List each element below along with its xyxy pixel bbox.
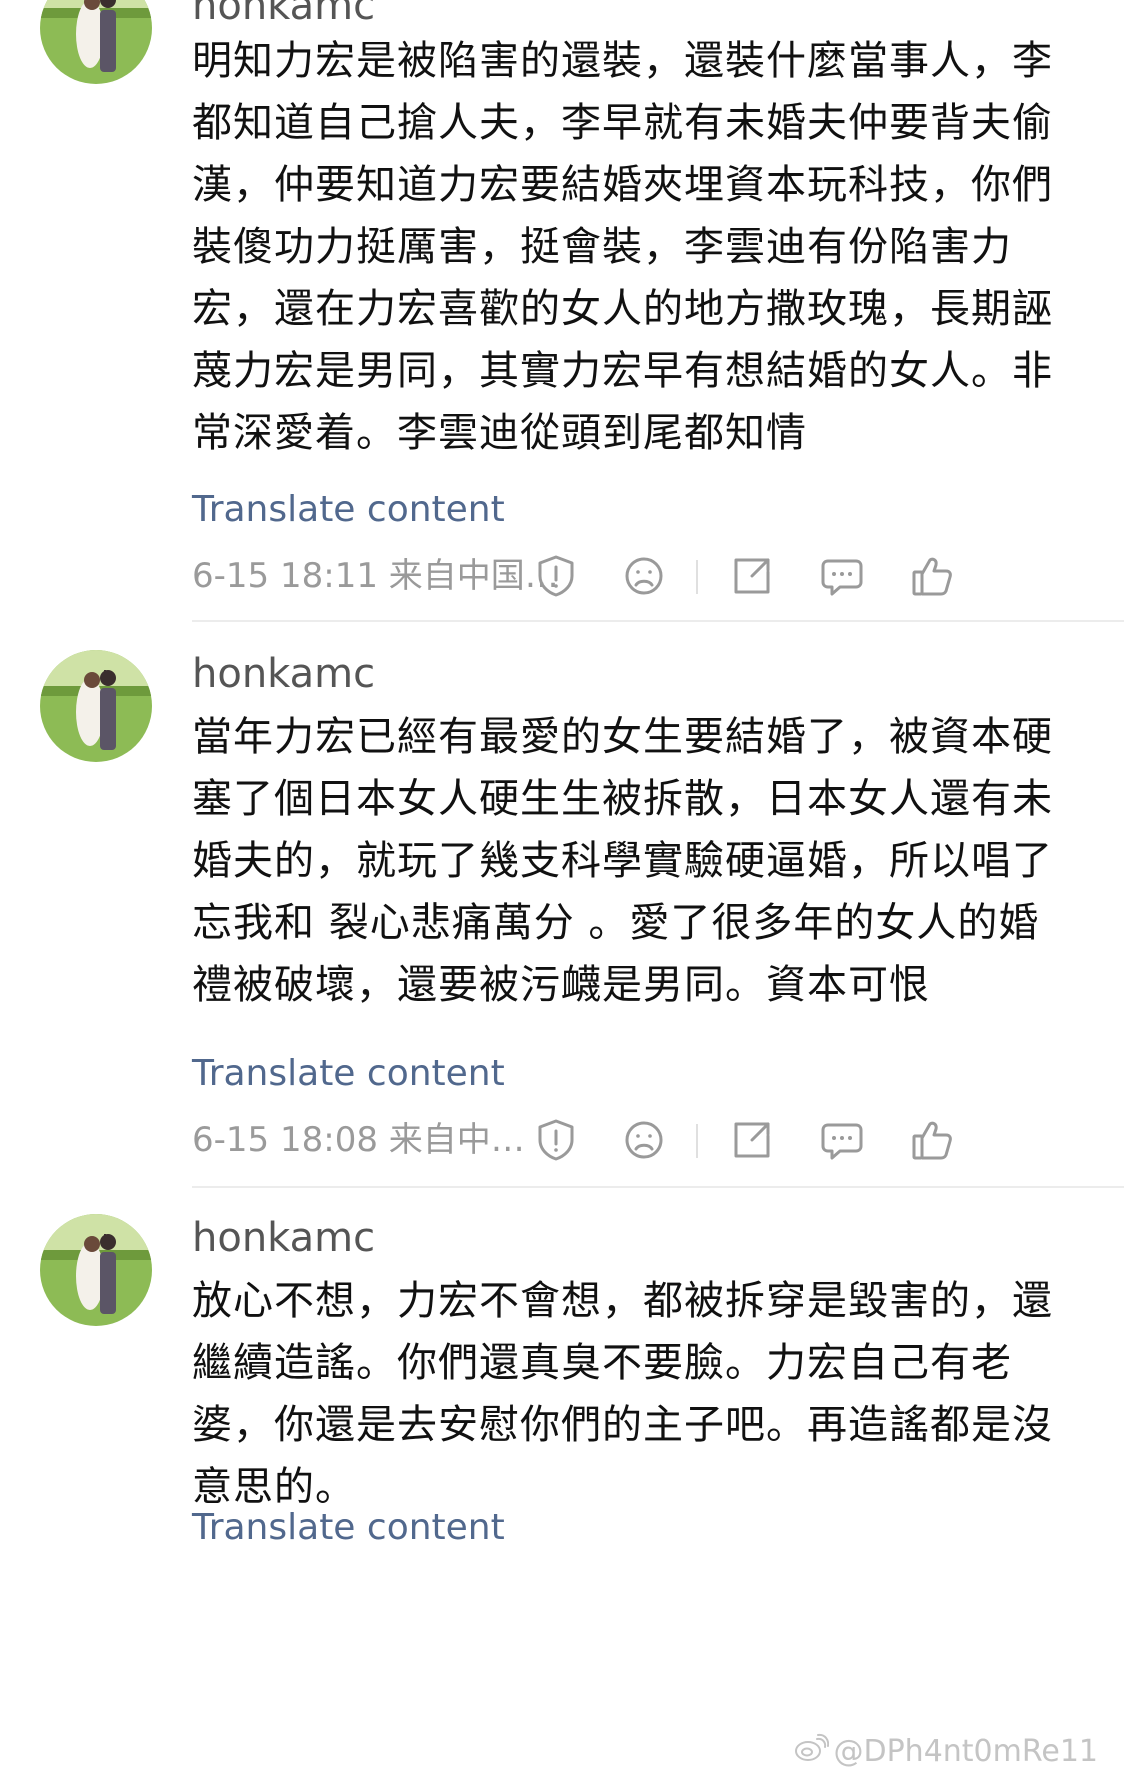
like-icon[interactable] bbox=[908, 552, 956, 600]
reply-icon[interactable] bbox=[818, 1116, 866, 1164]
timestamp-location: 6-15 18:11 来自中国… bbox=[192, 556, 559, 596]
sad-face-icon[interactable] bbox=[620, 1116, 668, 1164]
reply-icon[interactable] bbox=[818, 552, 866, 600]
avatar[interactable] bbox=[40, 1214, 152, 1326]
timestamp-location: 6-15 18:08 来自中… bbox=[192, 1120, 525, 1160]
username[interactable]: honkamc bbox=[192, 1214, 375, 1262]
share-icon[interactable] bbox=[728, 552, 776, 600]
username[interactable]: honkamc bbox=[192, 0, 375, 30]
weibo-logo-icon bbox=[793, 1733, 830, 1772]
sad-face-icon[interactable] bbox=[620, 552, 668, 600]
username[interactable]: honkamc bbox=[192, 650, 375, 698]
avatar[interactable] bbox=[40, 0, 152, 84]
translate-content-link[interactable]: Translate content bbox=[192, 1052, 505, 1096]
weibo-watermark: @DPh4nt0mRe11 bbox=[793, 1733, 1098, 1772]
comment-meta-row: 6-15 18:11 来自中国… bbox=[192, 548, 1072, 604]
report-icon[interactable] bbox=[532, 1116, 580, 1164]
comment-text: 當年力宏已經有最愛的女生要結婚了，被資本硬塞了個日本女人硬生生被拆散，日本女人還… bbox=[192, 714, 1053, 1008]
translate-content-link[interactable]: Translate content bbox=[192, 488, 505, 532]
like-icon[interactable] bbox=[908, 1116, 956, 1164]
separator bbox=[696, 1124, 698, 1158]
report-icon[interactable] bbox=[532, 552, 580, 600]
translate-content-link[interactable]: Translate content bbox=[192, 1506, 505, 1550]
avatar[interactable] bbox=[40, 650, 152, 762]
share-icon[interactable] bbox=[728, 1116, 776, 1164]
divider bbox=[192, 620, 1124, 622]
divider bbox=[192, 1186, 1124, 1188]
comment-text: 明知力宏是被陷害的還裝，還裝什麼當事人，李都知道自己搶人夫，李早就有未婚夫仲要背… bbox=[192, 38, 1053, 456]
comment-text: 放心不想，力宏不會想，都被拆穿是毀害的，還繼續造謠。你們還真臭不要臉。力宏自己有… bbox=[192, 1278, 1053, 1510]
separator bbox=[696, 560, 698, 594]
comment-meta-row: 6-15 18:08 来自中… bbox=[192, 1112, 1072, 1168]
watermark-text: @DPh4nt0mRe11 bbox=[833, 1734, 1098, 1769]
